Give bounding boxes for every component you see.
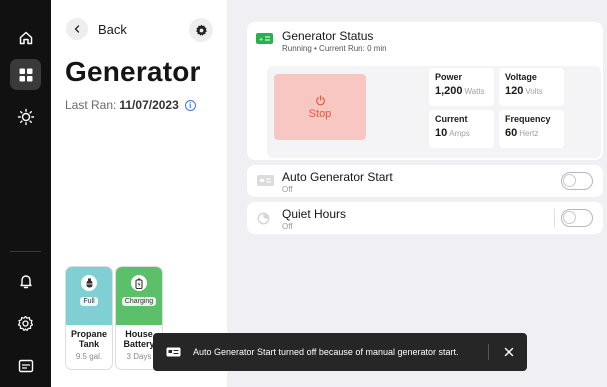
home-icon: [19, 31, 32, 44]
auto-start-toggle[interactable]: [561, 172, 593, 190]
grid-icon: [19, 68, 32, 81]
stat-power-label: Power: [435, 72, 463, 82]
propane-tank-icon: [81, 275, 97, 291]
nav-home[interactable]: [10, 22, 41, 53]
tile-battery-badge: Charging: [121, 297, 157, 306]
stat-current-unit: Amps: [449, 129, 470, 138]
power-icon: [315, 94, 325, 105]
stat-power: Power 1,200 Watts: [429, 68, 494, 106]
tile-propane-header: Full: [66, 267, 112, 325]
stat-current-label: Current: [435, 114, 468, 124]
nav-dashboard[interactable]: [10, 59, 41, 90]
moon-icon: [257, 212, 270, 225]
back-label: Back: [98, 21, 127, 37]
toast-divider: [488, 344, 489, 360]
generator-status-card: + Generator Status Running • Current Run…: [247, 22, 603, 160]
tile-propane-badge: Full: [80, 297, 98, 306]
status-header: + Generator Status Running • Current Run…: [256, 29, 387, 53]
generator-toast-icon: [166, 347, 181, 357]
stat-power-number: 1,200: [435, 85, 463, 97]
nav-display[interactable]: [10, 350, 41, 381]
quiet-hours-toggle[interactable]: [561, 209, 593, 227]
toggle-knob: [563, 174, 576, 187]
monitor-icon: [18, 359, 33, 372]
bell-icon: [19, 274, 32, 288]
toggle-knob: [563, 211, 576, 224]
toast-close-button[interactable]: [499, 342, 519, 362]
main-content: + Generator Status Running • Current Run…: [227, 0, 607, 387]
tile-propane-level: 9.5 gal.: [75, 352, 103, 361]
last-ran-value: 11/07/2023: [119, 98, 179, 112]
settings-icon: [17, 315, 34, 332]
quiet-hours-text: Quiet Hours Off: [282, 207, 346, 231]
sun-icon: [17, 108, 34, 125]
last-ran-label: Last Ran:: [65, 98, 117, 112]
stat-voltage-number: 120: [505, 85, 524, 97]
battery-icon: [131, 275, 147, 291]
close-icon: [504, 347, 514, 357]
tile-propane-tank[interactable]: Full Propane Tank 9.5 gal.: [65, 266, 113, 370]
quiet-hours-state: Off: [282, 222, 293, 231]
nav-notifications[interactable]: [10, 265, 41, 296]
row-divider: [554, 209, 555, 227]
status-subtitle: Running • Current Run: 0 min: [282, 44, 387, 53]
nav-climate[interactable]: [10, 101, 41, 132]
quiet-hours-title: Quiet Hours: [282, 207, 347, 221]
toast-notification: Auto Generator Start turned off because …: [153, 333, 527, 371]
app: Back Generator Last Ran: 11/07/2023 i Fu…: [0, 0, 607, 387]
gear-icon: [195, 24, 207, 36]
nav-settings[interactable]: [10, 308, 41, 339]
last-ran: Last Ran: 11/07/2023 i: [65, 98, 196, 112]
stat-current-value: 10 Amps: [435, 127, 488, 139]
stat-current-number: 10: [435, 127, 448, 139]
generator-panel: Back Generator Last Ran: 11/07/2023 i Fu…: [51, 0, 227, 387]
tile-propane-name: Propane Tank: [70, 329, 107, 349]
stat-frequency-value: 60 Hertz: [505, 127, 558, 139]
generator-icon: +: [256, 33, 273, 44]
stat-power-value: 1,200 Watts: [435, 85, 488, 97]
status-title: Generator Status: [282, 29, 374, 43]
sidebar-rail: [0, 0, 51, 387]
quiet-hours-card: Quiet Hours Off: [247, 202, 603, 234]
auto-start-icon: [257, 175, 274, 186]
toast-message: Auto Generator Start turned off because …: [193, 347, 459, 357]
auto-start-text: Auto Generator Start Off: [282, 170, 393, 194]
rail-divider: [10, 251, 41, 252]
stat-voltage-label: Voltage: [505, 72, 537, 82]
stat-voltage: Voltage 120 Volts: [499, 68, 564, 106]
stat-frequency-unit: Hertz: [519, 129, 539, 138]
stat-frequency-label: Frequency: [505, 114, 551, 124]
generator-settings-button[interactable]: [189, 18, 213, 42]
stat-voltage-value: 120 Volts: [505, 85, 558, 97]
auto-generator-start-card: Auto Generator Start Off: [247, 165, 603, 197]
stat-voltage-unit: Volts: [525, 87, 543, 96]
stop-label: Stop: [308, 107, 332, 120]
stop-button[interactable]: Stop: [274, 74, 366, 140]
svg-text:+: +: [259, 37, 263, 44]
info-icon[interactable]: i: [184, 99, 196, 111]
auto-start-title: Auto Generator Start: [282, 170, 393, 184]
stat-current: Current 10 Amps: [429, 110, 494, 148]
back-button[interactable]: Back: [66, 17, 127, 41]
stat-frequency-number: 60: [505, 127, 518, 139]
auto-start-state: Off: [282, 185, 293, 194]
stat-power-unit: Watts: [464, 87, 485, 96]
stat-frequency: Frequency 60 Hertz: [499, 110, 564, 148]
page-title: Generator: [65, 56, 201, 87]
chevron-left-icon: [66, 18, 88, 40]
tile-battery-header: Charging: [116, 267, 162, 325]
